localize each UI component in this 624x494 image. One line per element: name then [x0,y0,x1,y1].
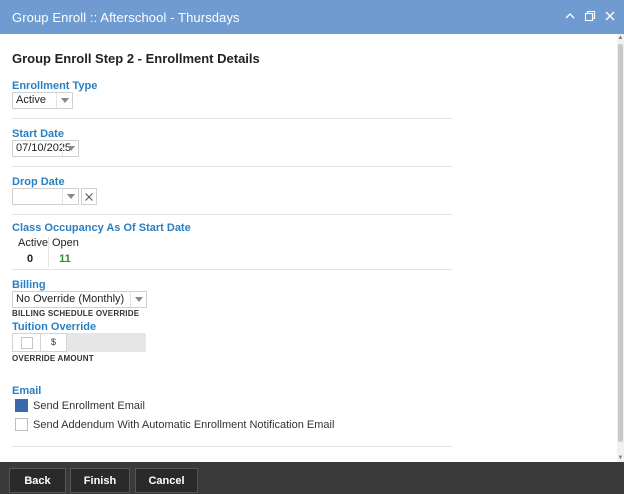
occupancy-active: Active 0 [18,237,48,265]
currency-symbol: $ [41,333,67,352]
enrollment-type-value: Active [16,94,46,106]
scroll-up-icon[interactable]: ▲ [617,35,624,41]
enrollment-type-label: Enrollment Type [12,80,98,92]
close-icon[interactable] [604,9,616,23]
occupancy-active-value: 0 [26,253,34,265]
scrollbar-thumb[interactable] [618,44,623,442]
step-title: Group Enroll Step 2 - Enrollment Details [12,51,260,66]
tuition-override-label: Tuition Override [12,321,97,333]
occupancy-separator [48,237,49,267]
occupancy-open: Open 11 [52,237,79,265]
chevron-down-icon [56,93,72,108]
close-icon [85,188,93,206]
start-date-label: Start Date [12,128,64,140]
drop-date-label: Drop Date [12,176,65,188]
window-controls [564,9,616,23]
divider [12,166,452,167]
override-amount-input[interactable] [67,333,146,352]
window-titlebar: Group Enroll :: Afterschool - Thursdays [0,0,624,34]
tuition-override-checkbox[interactable] [12,333,41,352]
tuition-override-group: $ [12,333,146,352]
chevron-down-icon [62,189,78,204]
billing-schedule-override-sublabel: BILLING SCHEDULE OVERRIDE [12,309,140,318]
enrollment-type-select[interactable]: Active [12,92,73,109]
scroll-down-icon[interactable]: ▼ [617,455,624,461]
override-amount-sublabel: OVERRIDE AMOUNT [12,354,94,363]
window-title: Group Enroll :: Afterschool - Thursdays [12,9,240,25]
collapse-icon[interactable] [564,9,576,23]
occupancy-open-label: Open [52,237,79,249]
cancel-button[interactable]: Cancel [135,468,198,493]
back-button[interactable]: Back [9,468,66,493]
divider [12,269,452,270]
occupancy-active-label: Active [18,237,48,249]
enrollment-details-panel: Group Enroll Step 2 - Enrollment Details… [0,34,617,462]
email-label: Email [12,385,42,397]
dialog-footer: Back Finish Cancel [0,462,624,494]
finish-button[interactable]: Finish [70,468,130,493]
billing-label: Billing [12,279,46,291]
start-date-picker[interactable]: 07/10/2025 [12,140,79,157]
divider [12,446,452,447]
chevron-down-icon [62,141,78,156]
send-addendum-checkbox[interactable] [15,418,28,431]
occupancy-open-value: 11 [59,253,71,265]
send-addendum-label[interactable]: Send Addendum With Automatic Enrollment … [33,419,334,431]
restore-icon[interactable] [584,9,596,23]
divider [12,214,452,215]
billing-schedule-select[interactable]: No Override (Monthly) [12,291,147,308]
divider [12,118,452,119]
checkbox-box [21,337,33,349]
vertical-scrollbar[interactable]: ▲ ▼ [617,34,624,462]
class-occupancy-label: Class Occupancy As Of Start Date [12,222,191,234]
drop-date-picker[interactable] [12,188,79,205]
send-enrollment-email-checkbox[interactable] [15,399,28,412]
chevron-down-icon [130,292,146,307]
billing-schedule-value: No Override (Monthly) [16,293,125,305]
send-enrollment-email-label[interactable]: Send Enrollment Email [33,400,145,412]
clear-drop-date-button[interactable] [81,188,97,205]
